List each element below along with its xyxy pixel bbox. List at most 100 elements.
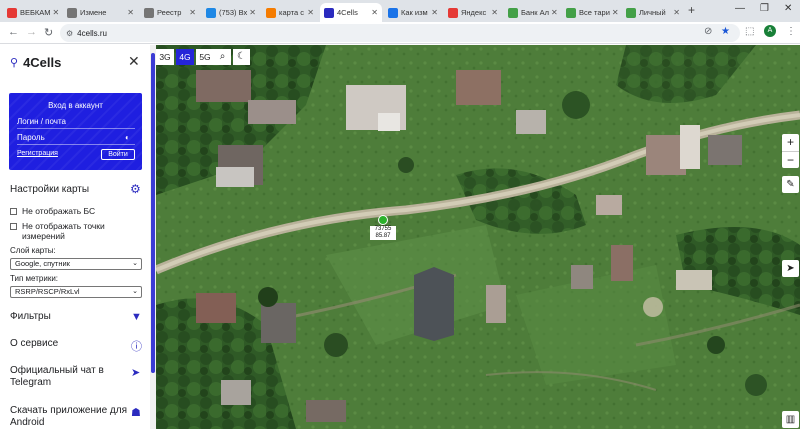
browser-tab[interactable]: Яндекс ✕ <box>444 3 502 22</box>
network-5g-button[interactable]: 5G <box>196 49 214 65</box>
register-link[interactable]: Регистрация <box>17 150 58 157</box>
back-icon[interactable]: ← <box>8 26 19 38</box>
browser-tab[interactable]: Реестр ✕ <box>140 3 200 22</box>
sidebar: ⚲ 4Cells ✕ Вход в аккаунт Логин / почта … <box>0 45 150 429</box>
tab-close-icon[interactable]: ✕ <box>549 8 558 17</box>
dark-mode-icon[interactable]: ☾ <box>233 49 250 65</box>
hide-bs-option[interactable]: Не отображать БС <box>10 206 95 216</box>
tab-close-icon[interactable]: ✕ <box>671 8 680 17</box>
filter-icon: ▼ <box>131 311 142 323</box>
cell-tower-marker[interactable] <box>378 215 388 225</box>
tab-favicon-icon <box>266 7 276 18</box>
network-3g-button[interactable]: 3G <box>156 49 174 65</box>
tab-label: карта с <box>279 8 304 17</box>
hide-measurements-checkbox[interactable] <box>10 223 17 230</box>
chevron-down-icon: ⌄ <box>132 288 138 295</box>
telegram-label: Официальный чат в Telegram <box>10 365 104 388</box>
show-password-icon[interactable]: ◐ <box>125 133 130 142</box>
minimize-button[interactable]: — <box>735 3 745 14</box>
maximize-button[interactable]: ❐ <box>760 3 769 14</box>
browser-tab[interactable]: Личный ✕ <box>622 3 684 22</box>
gear-icon[interactable]: ⚙ <box>130 182 141 196</box>
tab-label: Измене <box>80 8 107 17</box>
login-title: Вход в аккаунт <box>48 101 103 110</box>
about-label: О сервисе <box>10 338 59 349</box>
reload-icon[interactable]: ↻ <box>44 26 53 39</box>
new-tab-button[interactable]: + <box>688 3 695 17</box>
tab-close-icon[interactable]: ✕ <box>125 8 134 17</box>
map-book-icon[interactable]: ▥ <box>782 411 799 428</box>
tab-close-icon[interactable]: ✕ <box>187 8 196 17</box>
hide-measurements-option[interactable]: Не отображать точки измерений <box>10 221 145 241</box>
hide-measurements-label: Не отображать точки измерений <box>22 221 105 241</box>
filters-menu-item[interactable]: Фильтры ▼ <box>10 311 143 323</box>
zoom-out-button[interactable]: − <box>782 151 799 168</box>
cell-value-text: 85.87 <box>375 233 391 239</box>
tab-favicon-icon <box>448 7 458 18</box>
satellite-imagery <box>156 45 800 429</box>
tab-label: (753) Вх <box>219 8 248 17</box>
browser-tab[interactable]: (753) Вх ✕ <box>202 3 260 22</box>
tab-favicon-icon <box>7 7 17 18</box>
browser-tab[interactable]: ВЕБКАМ ✕ <box>3 3 61 22</box>
close-window-button[interactable]: ✕ <box>784 3 792 14</box>
bookmark-star-icon[interactable]: ★ <box>721 26 730 37</box>
extensions-icon[interactable]: ⬚ <box>745 26 754 37</box>
about-menu-item[interactable]: О сервисе ⓘ <box>10 338 143 353</box>
profile-avatar-icon[interactable]: A <box>764 25 776 37</box>
username-underline <box>17 128 135 129</box>
tab-favicon-icon <box>626 7 636 18</box>
metric-type-value: RSRP/RSCP/RxLvl <box>15 287 80 296</box>
browser-tab[interactable]: Измене ✕ <box>63 3 138 22</box>
tab-close-icon[interactable]: ✕ <box>429 8 438 17</box>
download-app-menu-item[interactable]: Скачать приложение для Android ☗ <box>10 405 143 429</box>
map-settings-title: Настройки карты <box>10 184 90 195</box>
tab-close-icon[interactable]: ✕ <box>305 8 314 17</box>
zoom-control: + − <box>782 134 799 168</box>
url-field[interactable]: ⚙ 4cells.ru <box>60 24 740 42</box>
hide-bs-label: Не отображать БС <box>22 206 96 216</box>
metric-type-select[interactable]: RSRP/RSCP/RxLvl ⌄ <box>10 286 142 298</box>
satellite-map[interactable] <box>156 45 800 429</box>
close-sidebar-icon[interactable]: ✕ <box>128 53 140 70</box>
network-toggle: 3G 4G 5G <box>156 49 216 65</box>
network-4g-button[interactable]: 4G <box>176 49 194 65</box>
tab-close-icon[interactable]: ✕ <box>489 8 498 17</box>
browser-tab[interactable]: Все тари ✕ <box>562 3 620 22</box>
locate-icon[interactable]: ➤ <box>782 260 799 277</box>
cell-id-text: 73755 <box>374 226 392 232</box>
no-tracking-icon[interactable]: ⊘ <box>704 26 712 37</box>
tab-label: Все тари <box>579 8 610 17</box>
search-icon[interactable]: ⌕ <box>214 49 231 65</box>
login-button[interactable]: Войти <box>101 149 135 160</box>
zoom-in-button[interactable]: + <box>782 134 799 151</box>
ruler-icon[interactable]: ✎ <box>782 176 799 193</box>
telegram-icon: ➤ <box>131 367 141 379</box>
telegram-menu-item[interactable]: Официальный чат в Telegram ➤ <box>10 365 143 389</box>
tab-label: Яндекс <box>461 8 487 17</box>
browser-tab-bar: ВЕБКАМ ✕ Измене ✕ Реестр ✕ (753) Вх ✕ карта с ✕ 4C… <box>0 0 800 22</box>
browser-tab[interactable]: Как изм ✕ <box>384 3 442 22</box>
tab-favicon-icon <box>206 7 216 18</box>
browser-menu-icon[interactable]: ⋮ <box>786 26 796 37</box>
map-layer-select[interactable]: Google, спутник ⌄ <box>10 258 142 270</box>
tab-close-icon[interactable]: ✕ <box>247 8 256 17</box>
tab-close-icon[interactable]: ✕ <box>51 8 60 17</box>
login-username-field[interactable]: Логин / почта <box>17 117 66 126</box>
site-info-icon[interactable]: ⚙ <box>66 29 73 38</box>
download-app-label: Скачать приложение для Android <box>10 405 128 428</box>
browser-tab[interactable]: карта с ✕ <box>262 3 318 22</box>
chevron-down-icon: ⌄ <box>132 260 138 267</box>
tab-label: Как изм <box>401 8 428 17</box>
sidebar-scroll-thumb[interactable] <box>151 53 155 373</box>
tab-close-icon[interactable]: ✕ <box>369 8 378 17</box>
hide-bs-checkbox[interactable] <box>10 208 17 215</box>
forward-icon[interactable]: → <box>26 26 37 38</box>
tab-close-icon[interactable]: ✕ <box>610 8 619 17</box>
tab-favicon-icon <box>388 7 398 18</box>
tab-label: ВЕБКАМ <box>20 8 51 17</box>
login-password-field[interactable]: Пароль <box>17 133 45 142</box>
browser-tab[interactable]: Банк Ал ✕ <box>504 3 560 22</box>
tab-favicon-icon <box>324 7 334 18</box>
browser-tab[interactable]: 4Cells ✕ <box>320 3 382 22</box>
